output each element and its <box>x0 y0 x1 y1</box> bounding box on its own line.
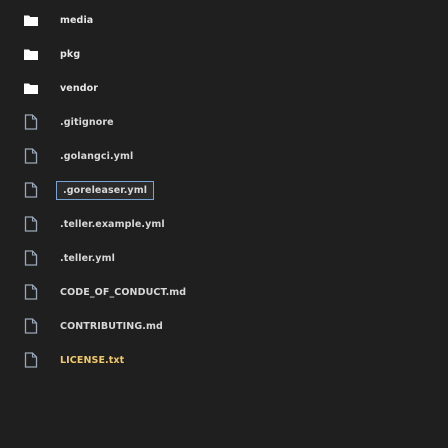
tree-item-label: CODE_OF_CONDUCT.md <box>60 286 187 298</box>
tree-item-label: .teller.example.yml <box>60 218 165 230</box>
folder-icon <box>23 12 39 28</box>
file-icon <box>23 318 39 334</box>
tree-item-license[interactable]: LICENSE.txt <box>0 346 448 374</box>
file-icon <box>23 216 39 232</box>
tree-item-code-of-conduct[interactable]: CODE_OF_CONDUCT.md <box>0 278 448 306</box>
folder-icon <box>23 80 39 96</box>
tree-item-golangci[interactable]: .golangci.yml <box>0 142 448 170</box>
file-icon <box>23 250 39 266</box>
tree-item-vendor[interactable]: vendor <box>0 74 448 102</box>
tree-item-teller[interactable]: .teller.yml <box>0 244 448 272</box>
tree-item-contributing[interactable]: CONTRIBUTING.md <box>0 312 448 340</box>
tree-item-label: CONTRIBUTING.md <box>60 320 163 332</box>
folder-icon <box>23 46 39 62</box>
file-icon <box>23 352 39 368</box>
tree-item-media[interactable]: media <box>0 6 448 34</box>
tree-item-goreleaser[interactable]: .goreleaser.yml <box>0 176 448 204</box>
tree-item-label: .teller.yml <box>60 252 115 264</box>
file-tree: media pkg vendor .gitignore .golangci.ym… <box>0 0 448 448</box>
file-icon <box>23 114 39 130</box>
file-icon <box>23 182 39 198</box>
tree-item-pkg[interactable]: pkg <box>0 40 448 68</box>
tree-item-teller-example[interactable]: .teller.example.yml <box>0 210 448 238</box>
tree-item-label: vendor <box>60 82 99 94</box>
tree-item-label: media <box>60 14 94 26</box>
tree-item-label: .gitignore <box>60 116 114 128</box>
tree-item-label: .goreleaser.yml <box>56 180 155 200</box>
tree-item-label: .golangci.yml <box>60 150 134 162</box>
tree-item-label: LICENSE.txt <box>60 354 125 366</box>
tree-item-label: pkg <box>60 48 81 60</box>
file-icon <box>23 284 39 300</box>
tree-item-gitignore[interactable]: .gitignore <box>0 108 448 136</box>
file-icon <box>23 148 39 164</box>
